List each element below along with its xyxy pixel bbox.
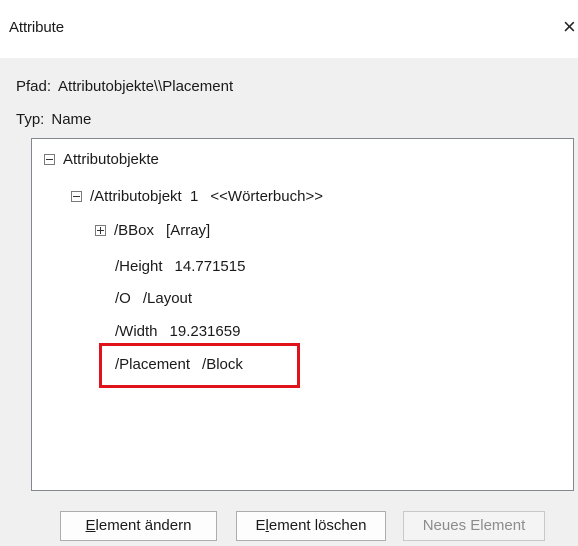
tree-node-width[interactable]: /Width 19.231659	[115, 321, 240, 343]
tree-node-o[interactable]: /O/Layout	[115, 288, 192, 310]
path-label: Pfad:	[16, 78, 52, 95]
tree-node-value: /Layout	[142, 290, 193, 307]
tree-node-label: Attributobjekte	[63, 151, 159, 168]
tree-node-value: 19.231659	[169, 323, 241, 340]
button-label: ement löschen	[268, 517, 367, 534]
tree-node-type: <<Wörterbuch>>	[210, 188, 323, 205]
path-value: Attributobjekte\\Placement	[58, 78, 234, 95]
tree-node-key: /Width	[115, 323, 158, 340]
change-element-button[interactable]: Element ändern	[60, 511, 217, 541]
expand-icon[interactable]	[95, 224, 106, 236]
path-row: Pfad: Attributobjekte\\Placement	[16, 78, 233, 95]
type-value: Name	[51, 111, 92, 128]
type-label: Typ:	[16, 111, 45, 128]
tree-node-root[interactable]: Attributobjekte	[44, 149, 159, 171]
tree-node-label: /Attributobjekt 1	[90, 188, 199, 205]
button-label: lement ändern	[95, 517, 192, 534]
tree-node-value: [Array]	[166, 222, 211, 239]
window-title: Attribute	[9, 19, 64, 36]
close-icon[interactable]: ×	[563, 14, 578, 40]
tree-node-value: 14.771515	[174, 258, 246, 275]
attribute-tree[interactable]: Attributobjekte /Attributobjekt 1 <<Wörte…	[31, 138, 574, 491]
title-bar: Attribute ×	[0, 0, 578, 58]
attribute-dialog: Attribute × Pfad: Attributobjekte\\Placem…	[0, 0, 578, 546]
mnemonic: E	[85, 517, 96, 534]
tree-node-key: /O	[115, 290, 131, 307]
tree-node-height[interactable]: /Height 14.771515	[115, 256, 245, 278]
button-label-start: E	[255, 517, 266, 534]
collapse-icon[interactable]	[44, 153, 55, 165]
tree-node-object[interactable]: /Attributobjekt 1 <<Wörterbuch>>	[71, 186, 323, 208]
type-row: Typ: Name	[16, 111, 91, 128]
collapse-icon[interactable]	[71, 190, 82, 202]
delete-element-button[interactable]: Element löschen	[236, 511, 386, 541]
tree-node-key: /BBox	[114, 222, 155, 239]
placement-highlight-box	[99, 343, 300, 388]
new-element-button[interactable]: Neues Element	[403, 511, 545, 541]
tree-node-key: /Height	[115, 258, 163, 275]
tree-node-bbox[interactable]: /BBox [Array]	[95, 220, 210, 242]
